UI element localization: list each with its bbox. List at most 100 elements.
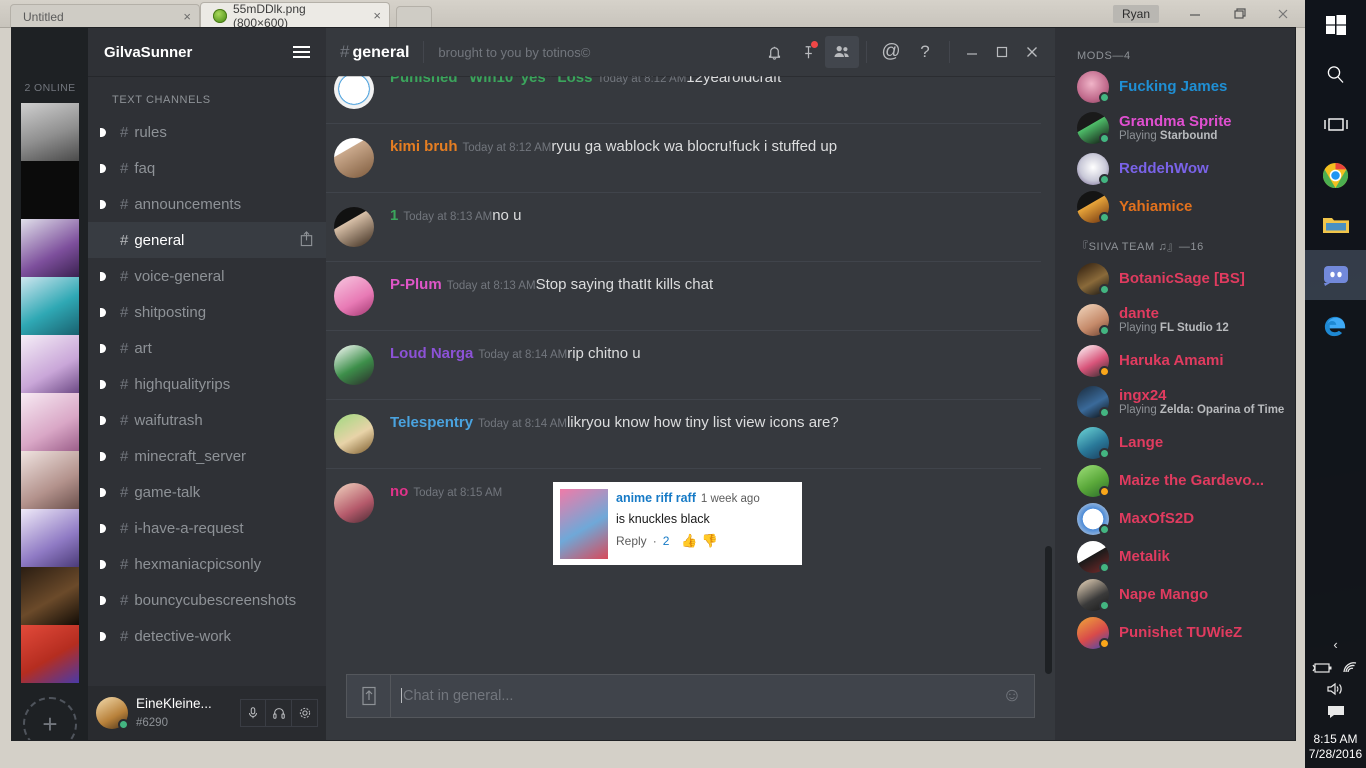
server-icon-2[interactable] [21,161,79,219]
bell-icon[interactable] [757,36,791,68]
channel-item-art[interactable]: # art [88,330,326,366]
member-list-item[interactable]: Yahiamice [1055,188,1295,226]
add-server-button[interactable]: + [23,697,77,740]
close-icon[interactable]: × [373,8,381,23]
embedded-comment-image[interactable]: anime riff raff 1 week ago is knuckles bla… [553,481,802,565]
file-explorer-icon[interactable] [1305,200,1366,250]
taskbar-clock[interactable]: 8:15 AM 7/28/2016 [1309,728,1362,762]
avatar[interactable] [334,483,374,523]
channel-item-waifutrash[interactable]: # waifutrash [88,402,326,438]
pin-icon[interactable] [791,36,825,68]
create-invite-icon[interactable] [299,230,314,251]
member-list-item[interactable]: ingx24 Playing Zelda: Oparina of Time [1055,380,1295,424]
avatar[interactable] [334,345,374,385]
members-toggle-icon[interactable] [825,36,859,68]
message-author[interactable]: P-Plum [390,276,442,293]
server-icon-8[interactable] [21,509,79,567]
channel-item-detective-work[interactable]: # detective-work [88,618,326,654]
message-author[interactable]: Telespentry [390,414,473,431]
comment-reply-button[interactable]: Reply [616,534,647,548]
channel-item-shitposting[interactable]: # shitposting [88,294,326,330]
member-list-sidebar[interactable]: MODS—4 Fucking James Grandma Sprite Playing… [1055,28,1295,740]
avatar[interactable] [334,76,374,109]
edge-icon[interactable] [1305,300,1366,350]
show-hidden-icons-icon[interactable]: ‹ [1333,631,1337,658]
search-icon[interactable] [1305,50,1366,100]
volume-icon[interactable] [1325,682,1347,701]
channel-item-hexmaniacpicsonly[interactable]: # hexmaniacpicsonly [88,546,326,582]
server-icon-5[interactable] [21,335,79,393]
battery-icon[interactable] [1312,661,1334,679]
message-author[interactable]: Loud Narga [390,345,473,362]
hamburger-icon[interactable] [293,46,310,58]
avatar[interactable] [334,207,374,247]
member-list-item[interactable]: Punishet TUWieZ [1055,614,1295,652]
thumbs-up-icon[interactable]: 👍 [681,533,697,549]
close-button[interactable] [1261,0,1305,28]
message-author[interactable]: no [390,483,408,500]
message-author[interactable]: Punished “Win10”yes” Loss [390,76,592,86]
member-list-item[interactable]: Nape Mango [1055,576,1295,614]
guild-header[interactable]: GilvaSunner [88,28,326,76]
browser-tab-image[interactable]: 55mDDlk.png (800×600) × [200,2,390,30]
channel-item-announcements[interactable]: # announcements [88,186,326,222]
member-list-item[interactable]: Grandma Sprite Playing Starbound [1055,106,1295,150]
channel-item-faq[interactable]: # faq [88,150,326,186]
member-list-item[interactable]: Maize the Gardevo... [1055,462,1295,500]
mentions-icon[interactable]: @ [874,36,908,68]
member-list-item[interactable]: Haruka Amami [1055,342,1295,380]
server-icon-10[interactable] [21,625,79,683]
discord-icon[interactable] [1305,250,1366,300]
channel-item-bouncycubescreenshots[interactable]: # bouncycubescreenshots [88,582,326,618]
channel-item-voice-general[interactable]: # voice-general [88,258,326,294]
gear-icon[interactable] [292,699,318,727]
message-composer[interactable]: Chat in general... ☺ [346,674,1035,718]
channel-item-general[interactable]: # general [88,222,326,258]
maximize-button[interactable] [987,36,1017,68]
avatar[interactable] [334,414,374,454]
action-center-icon[interactable] [1325,704,1347,725]
close-icon[interactable]: × [183,9,191,24]
thumbs-down-icon[interactable]: 👎 [702,533,718,549]
server-icon-4[interactable] [21,277,79,335]
task-view-icon[interactable] [1305,100,1366,150]
server-icon-1[interactable] [21,103,79,161]
message-author[interactable]: kimi bruh [390,138,458,155]
emoji-icon[interactable]: ☺ [990,685,1034,707]
headphones-icon[interactable] [266,699,292,727]
user-profile-chip[interactable]: Ryan [1112,5,1159,23]
channel-item-i-have-a-request[interactable]: # i-have-a-request [88,510,326,546]
help-icon[interactable]: ? [908,36,942,68]
avatar[interactable] [334,276,374,316]
member-list-item[interactable]: dante Playing FL Studio 12 [1055,298,1295,342]
minimize-button[interactable] [957,36,987,68]
comment-reply-count[interactable]: 2 [663,534,670,548]
server-icon-3[interactable] [21,219,79,277]
message-input[interactable]: Chat in general... [391,688,990,704]
browser-tab-untitled[interactable]: Untitled × [10,4,200,28]
channel-item-minecraft_server[interactable]: # minecraft_server [88,438,326,474]
channel-item-highqualityrips[interactable]: # highqualityrips [88,366,326,402]
channel-item-rules[interactable]: # rules [88,114,326,150]
member-list-item[interactable]: MaxOfS2D [1055,500,1295,538]
wifi-icon[interactable] [1341,661,1359,679]
member-list-item[interactable]: Lange [1055,424,1295,462]
microphone-icon[interactable] [240,699,266,727]
message-scroll-area[interactable]: Punished “Win10”yes” Loss Today at 8:12 A… [326,76,1055,674]
member-list-item[interactable]: Fucking James [1055,68,1295,106]
restore-button[interactable] [1217,0,1261,28]
close-button[interactable] [1017,36,1047,68]
server-icon-7[interactable] [21,451,79,509]
member-list-item[interactable]: Metalik [1055,538,1295,576]
thumbs-up-down-icons[interactable]: 👍 👎 [675,533,717,549]
upload-icon[interactable] [347,675,391,717]
chat-scrollbar[interactable] [1045,546,1052,674]
server-icon-9[interactable] [21,567,79,625]
avatar[interactable] [96,697,129,730]
channel-item-game-talk[interactable]: # game-talk [88,474,326,510]
avatar[interactable] [334,138,374,178]
minimize-button[interactable] [1173,0,1217,28]
member-list-item[interactable]: BotanicSage [BS] [1055,260,1295,298]
member-list-item[interactable]: ReddehWow [1055,150,1295,188]
start-button[interactable] [1305,0,1366,50]
